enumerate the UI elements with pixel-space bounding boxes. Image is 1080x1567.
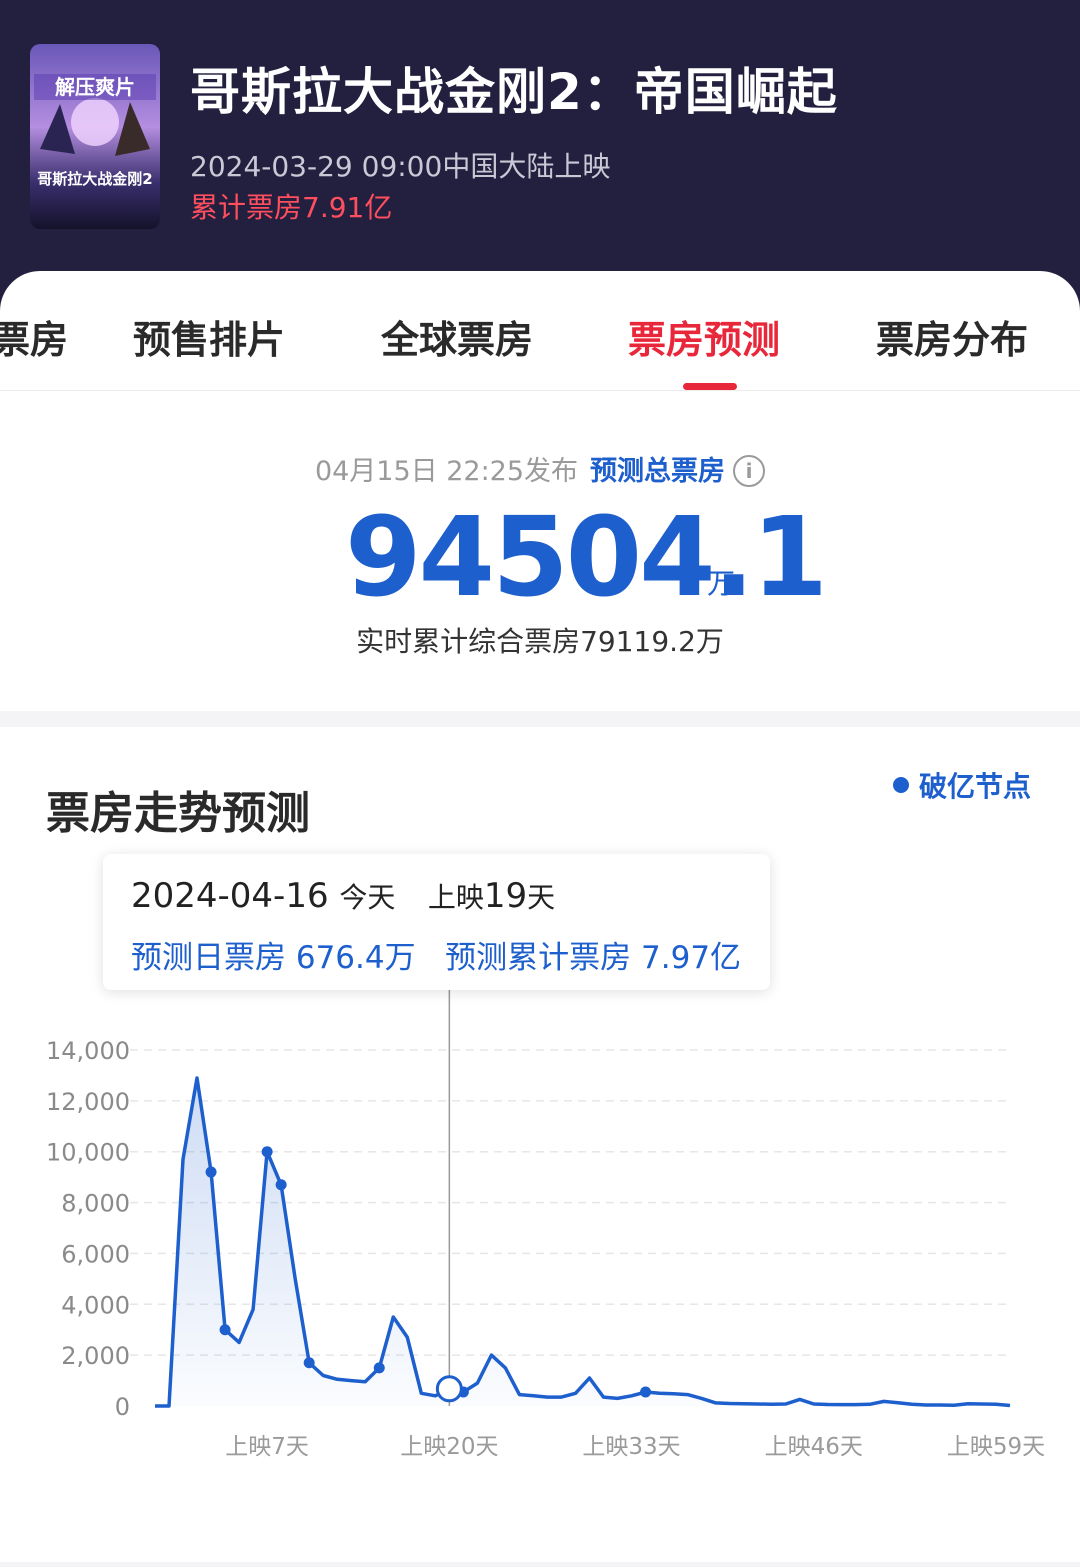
data-point [205,1166,217,1178]
tooltip-cumulative: 预测累计票房 7.97亿 [445,940,742,976]
x-tick-label: 上映46天 [765,1434,863,1460]
publish-time: 04月15日 22:25发布 [314,456,579,487]
info-icon[interactable]: i [733,455,766,487]
tooltip-daily: 预测日票房 676.4万 [131,940,416,976]
tooltip-date-row: 2024-04-16 今天 上映19天 [131,876,555,916]
forecast-total-label: 预测总票房 [590,456,726,487]
y-tick-label: 8,000 [61,1190,130,1218]
current-point [435,1375,463,1403]
y-tick-label: 4,000 [61,1291,130,1319]
trend-chart[interactable]: 14,000 12,000 10,000 8,000 6,000 4,000 2,000 0 上… [0,727,1080,1562]
trend-chart-card: 14,000 12,000 10,000 8,000 6,000 4,000 2,000 0 上… [0,727,1080,1562]
forecast-card: 票房 预售排片 全球票房 票房预测 票房分布 04月15日 22:25发布预测总… [0,271,1080,711]
tab-global-box-office[interactable]: 全球票房 [381,309,533,364]
data-point [373,1362,385,1374]
poster-banner: 解压爽片 [55,75,135,99]
release-info: 2024-03-29 09:00中国大陆上映 [190,150,611,183]
forecast-total-unit: 万 [707,567,736,600]
chart-tooltip: 2024-04-16 今天 上映19天 预测日票房 676.4万 预测累计票房 … [103,854,770,990]
y-tick-label: 2,000 [61,1342,130,1370]
y-tick-label: 6,000 [61,1240,130,1268]
tooltip-values-row: 预测日票房 676.4万 预测累计票房 7.97亿 [131,932,741,977]
series-area [155,1078,1010,1406]
y-tick-label: 10,000 [46,1139,130,1167]
y-tick-label: 14,000 [46,1037,130,1065]
tooltip-today: 今天 [339,881,396,914]
data-point [219,1324,231,1336]
tab-presale[interactable]: 预售排片 [133,309,285,364]
forecast-publish-row: 04月15日 22:25发布 预测总票房 i [0,449,1080,488]
active-tab-indicator [683,383,737,390]
poster-title: 哥斯拉大战金刚2 [37,170,152,188]
x-tick-label: 上映20天 [400,1434,498,1460]
data-point [275,1179,287,1191]
y-tick-label: 12,000 [46,1088,130,1116]
data-point [261,1146,273,1158]
chart-title: 票房走势预测 [46,788,310,839]
cumulative-box-office: 累计票房7.91亿 [190,191,393,224]
tab-box-office[interactable]: 票房 [0,309,68,364]
realtime-box-office: 实时累计综合票房79119.2万 [356,625,724,658]
movie-title: 哥斯拉大战金刚2：帝国崛起 [190,63,838,121]
tooltip-days-unit: 天 [527,881,556,914]
movie-poster[interactable]: 解压爽片 哥斯拉大战金刚2 [30,44,160,229]
data-point [303,1357,315,1369]
tab-distribution[interactable]: 票房分布 [876,309,1028,364]
x-tick-label: 上映59天 [947,1434,1045,1460]
data-point [640,1386,652,1398]
legend-breakthrough[interactable]: 破亿节点 [893,765,1031,805]
tooltip-date: 2024-04-16 [131,876,329,916]
tooltip-days: 19 [483,876,528,916]
forecast-total-value: 94504.1 [345,493,828,621]
tab-bar: 票房 预售排片 全球票房 票房预测 票房分布 [0,271,1080,391]
tab-forecast[interactable]: 票房预测 [628,309,780,364]
x-tick-label: 上映33天 [582,1434,680,1460]
legend-dot-icon [893,777,909,793]
y-tick-label: 0 [115,1393,130,1421]
x-tick-label: 上映7天 [225,1434,309,1460]
tooltip-days-label: 上映 [427,881,484,914]
legend-label: 破亿节点 [919,770,1032,803]
